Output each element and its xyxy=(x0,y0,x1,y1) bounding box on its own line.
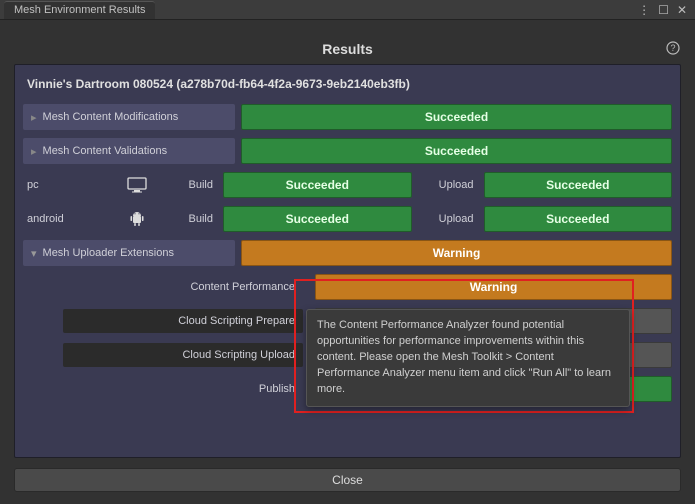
publish-status: Succeeded xyxy=(315,376,672,402)
window-root: Mesh Environment Results ⋮ ☐ ✕ Results ?… xyxy=(0,0,695,504)
modifications-status: Succeeded xyxy=(241,104,672,130)
window-menu-icon[interactable]: ⋮ xyxy=(638,3,650,17)
content-performance-label: Content Performance xyxy=(63,281,303,293)
pc-build-status: Succeeded xyxy=(223,172,412,198)
row-modifications: ▸ Mesh Content Modifications Succeeded xyxy=(23,103,672,131)
chevron-right-icon: ▸ xyxy=(31,111,37,124)
cloud-upload-status xyxy=(315,342,672,368)
pc-build-label: Build xyxy=(163,179,217,191)
window-tab[interactable]: Mesh Environment Results xyxy=(4,1,155,19)
android-icon xyxy=(129,210,145,228)
row-platform-pc: pc Build Succeeded Upload Succeeded xyxy=(23,171,672,199)
platform-android-icon-cell xyxy=(117,210,157,228)
platform-pc-name: pc xyxy=(23,179,111,191)
help-icon: ? xyxy=(666,41,680,55)
modifications-label: Mesh Content Modifications xyxy=(43,111,179,123)
window-controls: ⋮ ☐ ✕ xyxy=(630,3,695,17)
window-maximize-icon[interactable]: ☐ xyxy=(658,3,669,17)
results-panel: Vinnie's Dartroom 080524 (a278b70d-fb64-… xyxy=(14,64,681,458)
publish-label: Publish xyxy=(63,383,303,395)
row-extensions: ▾ Mesh Uploader Extensions Warning xyxy=(23,239,672,267)
help-button[interactable]: ? xyxy=(665,40,681,56)
cloud-prepare-label: Cloud Scripting Prepare xyxy=(63,309,303,333)
cloud-upload-label: Cloud Scripting Upload xyxy=(63,343,303,367)
platform-android-name: android xyxy=(23,213,111,225)
row-publish: Publish Succeeded xyxy=(23,375,672,403)
android-build-label: Build xyxy=(163,213,217,225)
android-upload-label: Upload xyxy=(418,213,478,225)
row-validations: ▸ Mesh Content Validations Succeeded xyxy=(23,137,672,165)
content-performance-status: Warning xyxy=(315,274,672,300)
row-cloud-upload: Cloud Scripting Upload xyxy=(23,341,672,369)
close-button-label: Close xyxy=(332,473,363,487)
monitor-icon xyxy=(127,177,147,193)
row-platform-android: android Build Succeeded Upload xyxy=(23,205,672,233)
panel-title: Vinnie's Dartroom 080524 (a278b70d-fb64-… xyxy=(23,75,672,97)
window-tab-label: Mesh Environment Results xyxy=(14,4,145,16)
page-header: Results ? xyxy=(14,34,681,64)
extensions-chip[interactable]: ▾ Mesh Uploader Extensions xyxy=(23,240,235,266)
window-close-icon[interactable]: ✕ xyxy=(677,3,687,17)
row-cloud-prepare: Cloud Scripting Prepare xyxy=(23,307,672,335)
row-content-performance: Content Performance Warning xyxy=(23,273,672,301)
android-build-status: Succeeded xyxy=(223,206,412,232)
validations-label: Mesh Content Validations xyxy=(43,145,168,157)
close-button[interactable]: Close xyxy=(14,468,681,492)
content-area: Results ? Vinnie's Dartroom 080524 (a278… xyxy=(0,20,695,504)
cloud-prepare-status xyxy=(315,308,672,334)
extensions-status: Warning xyxy=(241,240,672,266)
svg-text:?: ? xyxy=(670,43,675,53)
extensions-label: Mesh Uploader Extensions xyxy=(43,247,174,259)
titlebar: Mesh Environment Results ⋮ ☐ ✕ xyxy=(0,0,695,20)
page-title: Results xyxy=(322,41,373,57)
validations-chip[interactable]: ▸ Mesh Content Validations xyxy=(23,138,235,164)
validations-status: Succeeded xyxy=(241,138,672,164)
chevron-down-icon: ▾ xyxy=(31,247,37,260)
pc-upload-label: Upload xyxy=(418,179,478,191)
chevron-right-icon: ▸ xyxy=(31,145,37,158)
modifications-chip[interactable]: ▸ Mesh Content Modifications xyxy=(23,104,235,130)
android-upload-status: Succeeded xyxy=(484,206,673,232)
pc-upload-status: Succeeded xyxy=(484,172,673,198)
platform-pc-icon-cell xyxy=(117,177,157,193)
